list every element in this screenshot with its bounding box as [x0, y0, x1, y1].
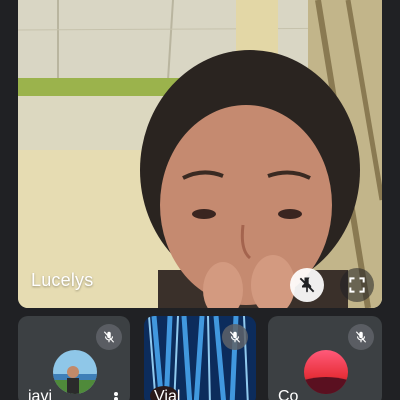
avatar — [53, 350, 97, 394]
participant-tile[interactable]: javi — [18, 316, 130, 400]
fullscreen-icon — [349, 277, 365, 293]
mic-off-icon — [355, 331, 367, 343]
participant-tile[interactable]: Vial — [144, 316, 256, 400]
main-participant-name: Lucelys — [31, 270, 94, 290]
pin-off-icon — [299, 277, 315, 293]
main-video-feed — [18, 0, 382, 308]
avatar — [304, 350, 348, 394]
mic-off-icon — [229, 331, 241, 343]
mic-off-badge — [222, 324, 248, 350]
participant-name: Co — [278, 388, 299, 400]
pin-button[interactable] — [290, 268, 324, 302]
participant-tile[interactable]: Co — [268, 316, 382, 400]
participant-name: javi — [28, 388, 53, 400]
mic-off-badge — [96, 324, 122, 350]
mic-off-icon — [103, 331, 115, 343]
main-video-tile[interactable]: Lucelys — [18, 0, 382, 308]
mic-off-badge — [348, 324, 374, 350]
fullscreen-button[interactable] — [340, 268, 374, 302]
participant-name: Vial — [154, 388, 181, 400]
video-call-screen: Lucelys javi Vial Co — [0, 0, 400, 400]
more-options-icon[interactable] — [114, 392, 118, 400]
